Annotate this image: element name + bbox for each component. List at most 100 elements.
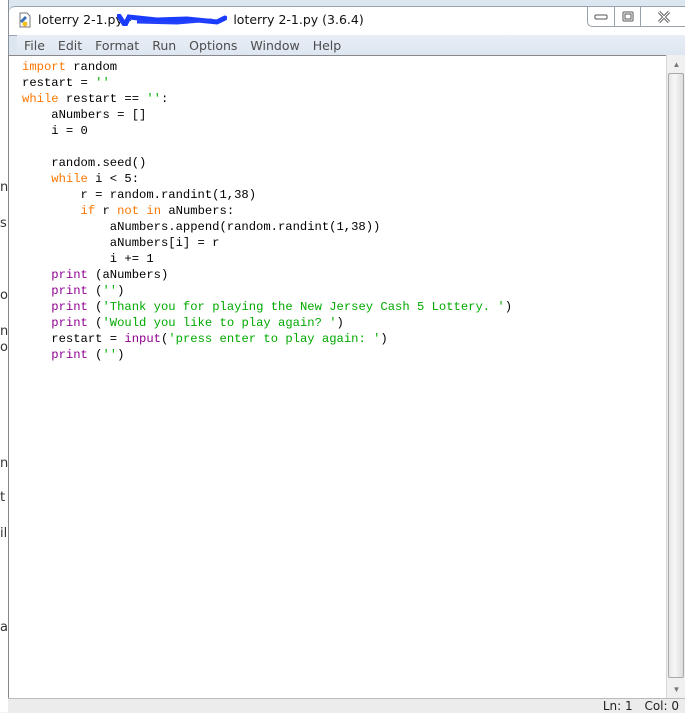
- scroll-up-button[interactable]: ▲: [668, 56, 685, 72]
- background-text-fragment: o: [0, 340, 8, 355]
- code-line[interactable]: r = random.randint(1,38): [22, 187, 512, 203]
- menu-help[interactable]: Help: [306, 38, 348, 53]
- code-token: (: [87, 284, 103, 298]
- code-token: aNumbers:: [161, 204, 235, 218]
- code-token: random.seed(): [22, 156, 147, 170]
- code-line[interactable]: restart = input('press enter to play aga…: [22, 331, 512, 347]
- menu-file[interactable]: File: [17, 38, 51, 53]
- vertical-scrollbar[interactable]: ▲ ▼: [666, 55, 685, 698]
- builtin-token: input: [124, 332, 161, 346]
- window-title-suffix: loterry 2-1.py (3.6.4): [233, 12, 364, 27]
- builtin-token: print: [51, 284, 88, 298]
- string-token: 'Would you like to play again? ': [102, 316, 337, 330]
- keyword-token: if: [80, 204, 96, 218]
- code-line[interactable]: i += 1: [22, 251, 512, 267]
- string-token: '': [102, 348, 118, 362]
- code-token: i < 5:: [87, 172, 140, 186]
- python-file-icon: [19, 12, 31, 28]
- code-token: restart =: [22, 332, 125, 346]
- menu-format[interactable]: Format: [88, 38, 145, 53]
- code-token: ): [117, 348, 125, 362]
- code-line[interactable]: i = 0: [22, 123, 512, 139]
- code-line[interactable]: while i < 5:: [22, 171, 512, 187]
- code-token: (: [87, 300, 103, 314]
- code-token: (: [87, 316, 103, 330]
- code-line[interactable]: print (''): [22, 283, 512, 299]
- code-editor[interactable]: import random restart = '' while restart =…: [8, 55, 666, 698]
- code-line[interactable]: restart = '': [22, 75, 512, 91]
- keyword-token: while: [51, 172, 88, 186]
- code-token: :: [160, 92, 169, 106]
- arrow-up-icon: ▲: [672, 59, 681, 69]
- menu-options[interactable]: Options: [182, 38, 243, 53]
- cursor-column: Col: 0: [644, 699, 679, 713]
- title-bar[interactable]: loterry 2-1.py - loterry 2-1.py (3.6.4): [9, 6, 685, 36]
- background-text-fragment: n: [0, 456, 9, 471]
- string-token: '': [95, 76, 110, 90]
- code-token: r = random.randint(1,38): [22, 188, 257, 202]
- background-text-fragment: t: [0, 490, 6, 505]
- maximize-button[interactable]: [614, 7, 641, 27]
- code-token: ): [504, 300, 513, 314]
- code-line[interactable]: print (''): [22, 347, 512, 363]
- scroll-down-button[interactable]: ▼: [668, 681, 685, 697]
- code-line[interactable]: random.seed(): [22, 155, 512, 171]
- builtin-token: print: [51, 268, 88, 282]
- code-text[interactable]: import random restart = '' while restart =…: [22, 59, 512, 363]
- code-line[interactable]: while restart == '':: [22, 91, 512, 107]
- close-button[interactable]: [640, 7, 685, 27]
- background-text-fragment: n: [0, 324, 9, 339]
- background-text-fragment: o: [0, 288, 8, 303]
- code-token: (aNumbers): [87, 268, 169, 282]
- code-token: r: [95, 204, 118, 218]
- string-token: '': [146, 92, 161, 106]
- keyword-token: import: [22, 60, 66, 74]
- code-token: ): [336, 316, 344, 330]
- keyword-token: while: [22, 92, 59, 106]
- code-line[interactable]: print ('Would you like to play again? '): [22, 315, 512, 331]
- close-icon: [657, 10, 670, 23]
- scrollbar-thumb[interactable]: [668, 73, 684, 678]
- code-token: aNumbers.append(random.randint(1,38)): [22, 220, 381, 234]
- string-token: 'Thank you for playing the New Jersey Ca…: [102, 300, 505, 314]
- menu-window[interactable]: Window: [243, 38, 305, 53]
- code-line[interactable]: aNumbers = []: [22, 107, 512, 123]
- string-token: '': [102, 284, 118, 298]
- code-token: ): [380, 332, 388, 346]
- minimize-icon: [594, 14, 608, 19]
- builtin-token: print: [51, 348, 88, 362]
- code-line[interactable]: aNumbers.append(random.randint(1,38)): [22, 219, 512, 235]
- menu-edit[interactable]: Edit: [51, 38, 88, 53]
- background-text-fragment: il: [0, 526, 8, 541]
- background-text-fragment: n: [0, 180, 9, 195]
- builtin-token: print: [51, 316, 88, 330]
- code-line[interactable]: print (aNumbers): [22, 267, 512, 283]
- code-line[interactable]: aNumbers[i] = r: [22, 235, 512, 251]
- code-line[interactable]: [22, 139, 512, 155]
- background-text-fragment: s: [0, 216, 7, 231]
- code-token: i += 1: [22, 252, 154, 266]
- redaction-scribble: [117, 14, 227, 26]
- code-token: (: [87, 348, 103, 362]
- builtin-token: print: [51, 300, 88, 314]
- code-token: ): [117, 284, 125, 298]
- code-token: aNumbers[i] = r: [22, 236, 220, 250]
- code-line[interactable]: if r not in aNumbers:: [22, 203, 512, 219]
- keyword-token: not: [117, 204, 140, 218]
- minimize-button[interactable]: [587, 7, 615, 27]
- code-line[interactable]: print ('Thank you for playing the New Je…: [22, 299, 512, 315]
- menu-run[interactable]: Run: [145, 38, 182, 53]
- arrow-down-icon: ▼: [672, 684, 681, 694]
- code-token: i = 0: [22, 124, 88, 138]
- code-token: random: [65, 60, 118, 74]
- code-line[interactable]: import random: [22, 59, 512, 75]
- status-bar: Ln: 1 Col: 0: [8, 698, 685, 713]
- keyword-token: in: [146, 204, 162, 218]
- code-token: restart ==: [58, 92, 147, 106]
